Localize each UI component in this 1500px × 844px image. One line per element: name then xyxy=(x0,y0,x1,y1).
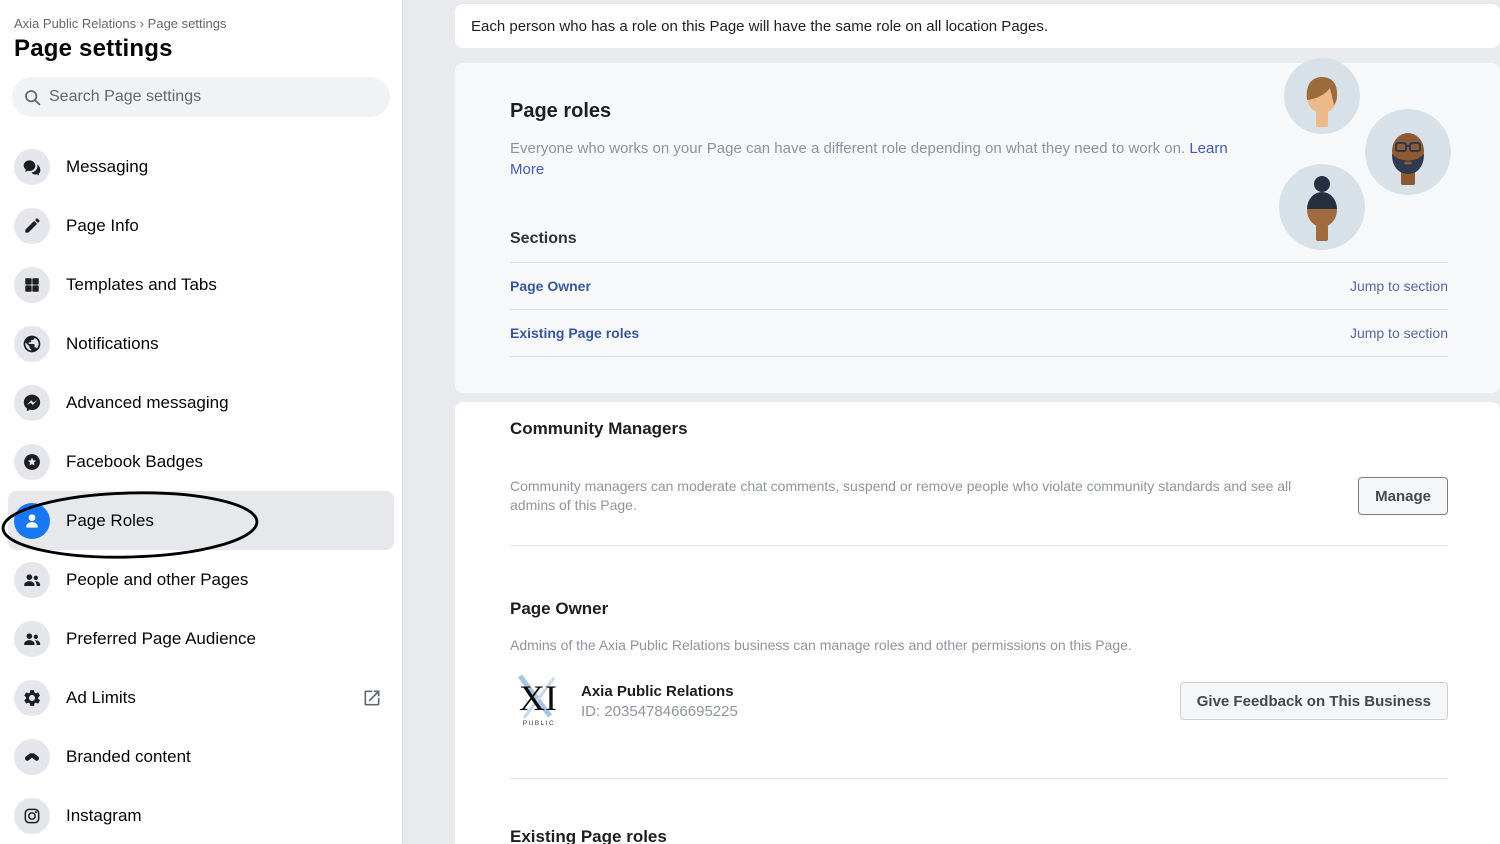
banner-text: Each person who has a role on this Page … xyxy=(471,18,1048,35)
sidebar-item-label: Facebook Badges xyxy=(66,452,203,472)
business-id: ID: 2035478466695225 xyxy=(581,703,738,720)
community-managers-title: Community Managers xyxy=(510,419,1448,439)
pencil-icon xyxy=(14,208,50,244)
sections-label: Sections xyxy=(510,230,1448,248)
sidebar-item-preferred-page-audience[interactable]: Preferred Page Audience xyxy=(0,609,402,668)
sidebar-item-label: People and other Pages xyxy=(66,570,248,590)
search-input[interactable] xyxy=(49,88,378,106)
sidebar-item-label: Branded content xyxy=(66,747,191,767)
instagram-icon xyxy=(14,798,50,834)
sidebar-item-notifications[interactable]: Notifications xyxy=(0,314,402,373)
star-badge-icon xyxy=(14,444,50,480)
sidebar-item-label: Templates and Tabs xyxy=(66,275,217,295)
sidebar-item-page-info[interactable]: Page Info xyxy=(0,196,402,255)
sidebar-item-facebook-badges[interactable]: Facebook Badges xyxy=(0,432,402,491)
divider xyxy=(510,545,1448,546)
business-name: Axia Public Relations xyxy=(581,683,738,700)
description-text: Everyone who works on your Page can have… xyxy=(510,140,1185,157)
page-owner-title: Page Owner xyxy=(510,599,1448,619)
sidebar-item-templates-tabs[interactable]: Templates and Tabs xyxy=(0,255,402,314)
manage-button[interactable]: Manage xyxy=(1358,477,1448,515)
existing-page-roles-section-link[interactable]: Existing Page roles xyxy=(510,325,639,341)
logo-monogram: XI xyxy=(519,678,557,718)
page-owner-section-link[interactable]: Page Owner xyxy=(510,278,591,294)
sidebar-item-advanced-messaging[interactable]: Advanced messaging xyxy=(0,373,402,432)
jump-to-section-link[interactable]: Jump to section xyxy=(1350,325,1448,341)
globe-icon xyxy=(14,326,50,362)
search-box[interactable] xyxy=(12,77,390,117)
sidebar-item-label: Ad Limits xyxy=(66,688,136,708)
community-managers-description: Community managers can moderate chat com… xyxy=(510,477,1318,515)
page-owner-description: Admins of the Axia Public Relations busi… xyxy=(510,636,1448,655)
main-content: Each person who has a role on this Page … xyxy=(455,0,1500,844)
existing-page-roles-title: Existing Page roles xyxy=(510,827,1448,844)
divider xyxy=(510,356,1448,357)
divider xyxy=(510,778,1448,779)
breadcrumb: Axia Public Relations › Page settings xyxy=(0,14,402,31)
sidebar-item-label: Messaging xyxy=(66,157,148,177)
sidebar-item-ad-limits[interactable]: Ad Limits xyxy=(0,668,402,727)
jump-to-section-link[interactable]: Jump to section xyxy=(1350,278,1448,294)
page-roles-card: Page roles Everyone who works on your Pa… xyxy=(455,63,1500,393)
sidebar-item-label: Notifications xyxy=(66,334,159,354)
sidebar-item-page-roles[interactable]: Page Roles xyxy=(8,491,394,550)
chat-bubbles-icon xyxy=(14,149,50,185)
sidebar-item-label: Preferred Page Audience xyxy=(66,629,256,649)
messenger-icon xyxy=(14,385,50,421)
page-title: Page settings xyxy=(0,31,402,63)
section-row-existing-page-roles: Existing Page roles Jump to section xyxy=(510,310,1448,356)
sidebar-item-branded-content[interactable]: Branded content xyxy=(0,727,402,786)
business-logo: XI PUBLIC xyxy=(510,672,568,730)
grid-icon xyxy=(14,267,50,303)
page-owner-row: XI PUBLIC Axia Public Relations ID: 2035… xyxy=(510,672,1448,730)
sidebar-item-messaging[interactable]: Messaging xyxy=(0,137,402,196)
roles-detail-card: Community Managers Community managers ca… xyxy=(455,402,1500,844)
logo-subtext: PUBLIC xyxy=(523,720,555,727)
section-row-page-owner: Page Owner Jump to section xyxy=(510,263,1448,309)
location-roles-banner: Each person who has a role on this Page … xyxy=(455,4,1500,48)
sidebar-item-label: Advanced messaging xyxy=(66,393,229,413)
page-roles-card-title: Page roles xyxy=(510,100,1448,123)
page-roles-card-description: Everyone who works on your Page can have… xyxy=(510,138,1230,180)
give-feedback-button[interactable]: Give Feedback on This Business xyxy=(1180,682,1448,720)
business-meta: Axia Public Relations ID: 20354784666952… xyxy=(581,683,738,720)
community-managers-row: Community managers can moderate chat com… xyxy=(510,477,1448,515)
sidebar-item-instagram[interactable]: Instagram xyxy=(0,786,402,844)
sidebar: Axia Public Relations › Page settings Pa… xyxy=(0,0,403,844)
sidebar-item-label: Page Roles xyxy=(66,511,154,531)
handshake-icon xyxy=(14,739,50,775)
external-link-icon xyxy=(362,688,382,708)
person-icon xyxy=(14,503,50,539)
sidebar-item-label: Instagram xyxy=(66,806,142,826)
sidebar-item-people-other-pages[interactable]: People and other Pages xyxy=(0,550,402,609)
sidebar-menu: Messaging Page Info Templates and T xyxy=(0,137,402,844)
sidebar-item-label: Page Info xyxy=(66,216,139,236)
people-icon xyxy=(14,621,50,657)
search-icon xyxy=(24,89,41,106)
people-icon xyxy=(14,562,50,598)
gear-icon xyxy=(14,680,50,716)
